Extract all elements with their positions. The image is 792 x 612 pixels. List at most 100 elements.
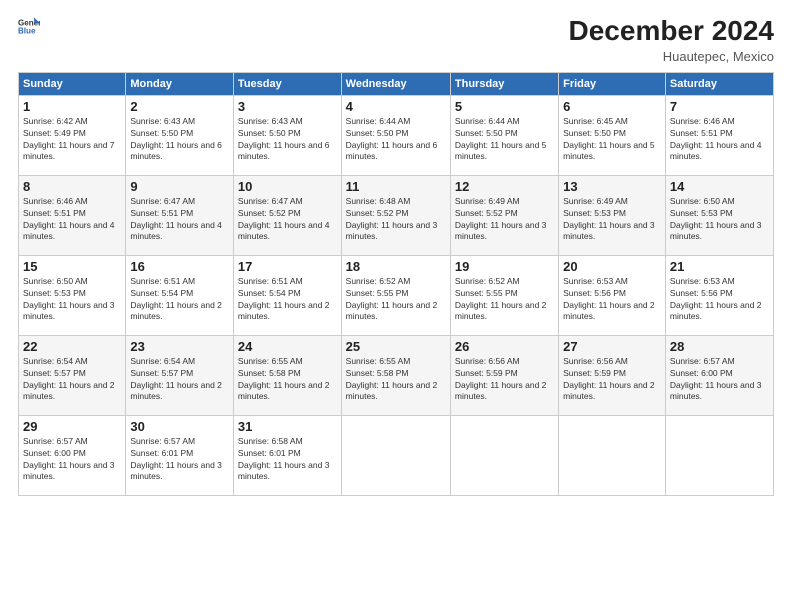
calendar-cell: 15Sunrise: 6:50 AMSunset: 5:53 PMDayligh… [19,255,126,335]
day-info: Sunrise: 6:42 AMSunset: 5:49 PMDaylight:… [23,116,121,164]
day-number: 20 [563,259,661,274]
calendar-cell: 10 Sunrise: 6:47 AMSunset: 5:52 PMDayligh… [233,175,341,255]
col-thursday: Thursday [450,72,558,95]
header: General Blue December 2024 Huautepec, Me… [18,16,774,64]
calendar-cell: 3 Sunrise: 6:43 AMSunset: 5:50 PMDaylight… [233,95,341,175]
col-tuesday: Tuesday [233,72,341,95]
calendar-cell: 13Sunrise: 6:49 AMSunset: 5:53 PMDayligh… [559,175,666,255]
day-info: Sunrise: 6:45 AMSunset: 5:50 PMDaylight:… [563,116,661,164]
day-number: 5 [455,99,554,114]
table-row: 22 Sunrise: 6:54 AMSunset: 5:57 PMDayligh… [19,335,774,415]
day-info: Sunrise: 6:46 AMSunset: 5:51 PMDaylight:… [23,196,121,244]
col-sunday: Sunday [19,72,126,95]
day-info: Sunrise: 6:57 AMSunset: 6:00 PMDaylight:… [670,356,769,404]
calendar-cell [341,415,450,495]
day-info: Sunrise: 6:47 AMSunset: 5:52 PMDaylight:… [238,196,337,244]
day-info: Sunrise: 6:55 AMSunset: 5:58 PMDaylight:… [238,356,337,404]
table-row: 8 Sunrise: 6:46 AMSunset: 5:51 PMDaylight… [19,175,774,255]
calendar-cell: 24 Sunrise: 6:55 AMSunset: 5:58 PMDayligh… [233,335,341,415]
day-number: 9 [130,179,229,194]
day-number: 2 [130,99,229,114]
title-block: December 2024 Huautepec, Mexico [569,16,774,64]
calendar-cell: 1Sunrise: 6:42 AMSunset: 5:49 PMDaylight… [19,95,126,175]
day-info: Sunrise: 6:47 AMSunset: 5:51 PMDaylight:… [130,196,229,244]
calendar-cell: 9 Sunrise: 6:47 AMSunset: 5:51 PMDaylight… [126,175,234,255]
calendar-cell: 4 Sunrise: 6:44 AMSunset: 5:50 PMDaylight… [341,95,450,175]
day-number: 3 [238,99,337,114]
day-info: Sunrise: 6:52 AMSunset: 5:55 PMDaylight:… [346,276,446,324]
calendar-cell: 11 Sunrise: 6:48 AMSunset: 5:52 PMDayligh… [341,175,450,255]
day-info: Sunrise: 6:53 AMSunset: 5:56 PMDaylight:… [670,276,769,324]
location: Huautepec, Mexico [569,49,774,64]
calendar-cell [450,415,558,495]
day-info: Sunrise: 6:54 AMSunset: 5:57 PMDaylight:… [23,356,121,404]
calendar-cell: 8 Sunrise: 6:46 AMSunset: 5:51 PMDaylight… [19,175,126,255]
day-number: 22 [23,339,121,354]
day-number: 11 [346,179,446,194]
day-info: Sunrise: 6:44 AMSunset: 5:50 PMDaylight:… [346,116,446,164]
day-number: 8 [23,179,121,194]
day-number: 28 [670,339,769,354]
day-info: Sunrise: 6:54 AMSunset: 5:57 PMDaylight:… [130,356,229,404]
day-number: 30 [130,419,229,434]
day-info: Sunrise: 6:57 AMSunset: 6:00 PMDaylight:… [23,436,121,484]
logo: General Blue [18,16,40,38]
col-wednesday: Wednesday [341,72,450,95]
calendar-cell: 5 Sunrise: 6:44 AMSunset: 5:50 PMDaylight… [450,95,558,175]
calendar-cell: 27Sunrise: 6:56 AMSunset: 5:59 PMDayligh… [559,335,666,415]
month-title: December 2024 [569,16,774,47]
page: General Blue December 2024 Huautepec, Me… [0,0,792,612]
calendar-table: Sunday Monday Tuesday Wednesday Thursday… [18,72,774,496]
header-row: Sunday Monday Tuesday Wednesday Thursday… [19,72,774,95]
day-info: Sunrise: 6:56 AMSunset: 5:59 PMDaylight:… [455,356,554,404]
day-number: 10 [238,179,337,194]
day-info: Sunrise: 6:50 AMSunset: 5:53 PMDaylight:… [23,276,121,324]
day-info: Sunrise: 6:57 AMSunset: 6:01 PMDaylight:… [130,436,229,484]
day-info: Sunrise: 6:48 AMSunset: 5:52 PMDaylight:… [346,196,446,244]
day-number: 24 [238,339,337,354]
col-friday: Friday [559,72,666,95]
day-number: 17 [238,259,337,274]
day-number: 21 [670,259,769,274]
day-number: 23 [130,339,229,354]
day-info: Sunrise: 6:44 AMSunset: 5:50 PMDaylight:… [455,116,554,164]
calendar-cell: 30 Sunrise: 6:57 AMSunset: 6:01 PMDayligh… [126,415,234,495]
table-row: 15Sunrise: 6:50 AMSunset: 5:53 PMDayligh… [19,255,774,335]
day-number: 25 [346,339,446,354]
day-info: Sunrise: 6:58 AMSunset: 6:01 PMDaylight:… [238,436,337,484]
day-info: Sunrise: 6:51 AMSunset: 5:54 PMDaylight:… [238,276,337,324]
day-info: Sunrise: 6:43 AMSunset: 5:50 PMDaylight:… [130,116,229,164]
calendar-cell: 29 Sunrise: 6:57 AMSunset: 6:00 PMDayligh… [19,415,126,495]
day-info: Sunrise: 6:46 AMSunset: 5:51 PMDaylight:… [670,116,769,164]
day-number: 29 [23,419,121,434]
calendar-cell: 2 Sunrise: 6:43 AMSunset: 5:50 PMDaylight… [126,95,234,175]
day-info: Sunrise: 6:43 AMSunset: 5:50 PMDaylight:… [238,116,337,164]
table-row: 29 Sunrise: 6:57 AMSunset: 6:00 PMDayligh… [19,415,774,495]
calendar-cell: 12Sunrise: 6:49 AMSunset: 5:52 PMDayligh… [450,175,558,255]
day-info: Sunrise: 6:56 AMSunset: 5:59 PMDaylight:… [563,356,661,404]
day-number: 14 [670,179,769,194]
calendar-cell: 28 Sunrise: 6:57 AMSunset: 6:00 PMDayligh… [665,335,773,415]
day-info: Sunrise: 6:52 AMSunset: 5:55 PMDaylight:… [455,276,554,324]
calendar-cell: 18 Sunrise: 6:52 AMSunset: 5:55 PMDayligh… [341,255,450,335]
day-info: Sunrise: 6:51 AMSunset: 5:54 PMDaylight:… [130,276,229,324]
day-info: Sunrise: 6:55 AMSunset: 5:58 PMDaylight:… [346,356,446,404]
calendar-cell: 6 Sunrise: 6:45 AMSunset: 5:50 PMDaylight… [559,95,666,175]
day-number: 4 [346,99,446,114]
day-info: Sunrise: 6:49 AMSunset: 5:53 PMDaylight:… [563,196,661,244]
calendar-cell: 20 Sunrise: 6:53 AMSunset: 5:56 PMDayligh… [559,255,666,335]
calendar-cell: 7 Sunrise: 6:46 AMSunset: 5:51 PMDaylight… [665,95,773,175]
day-number: 26 [455,339,554,354]
day-number: 6 [563,99,661,114]
day-number: 19 [455,259,554,274]
day-number: 18 [346,259,446,274]
day-number: 31 [238,419,337,434]
calendar-cell [665,415,773,495]
table-row: 1Sunrise: 6:42 AMSunset: 5:49 PMDaylight… [19,95,774,175]
day-info: Sunrise: 6:53 AMSunset: 5:56 PMDaylight:… [563,276,661,324]
day-number: 7 [670,99,769,114]
calendar-cell: 25 Sunrise: 6:55 AMSunset: 5:58 PMDayligh… [341,335,450,415]
calendar-cell: 23 Sunrise: 6:54 AMSunset: 5:57 PMDayligh… [126,335,234,415]
col-saturday: Saturday [665,72,773,95]
day-info: Sunrise: 6:50 AMSunset: 5:53 PMDaylight:… [670,196,769,244]
